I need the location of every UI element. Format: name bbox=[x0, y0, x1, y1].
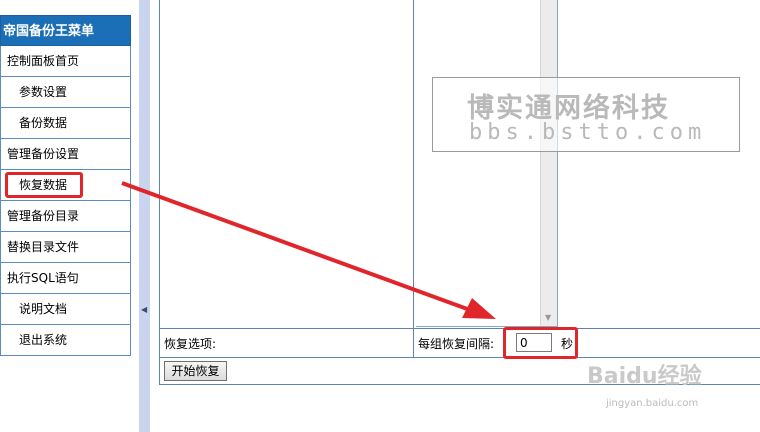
annotation-arrow bbox=[121, 181, 496, 319]
arrow-head-icon bbox=[462, 298, 496, 319]
arrow-line bbox=[121, 181, 471, 312]
